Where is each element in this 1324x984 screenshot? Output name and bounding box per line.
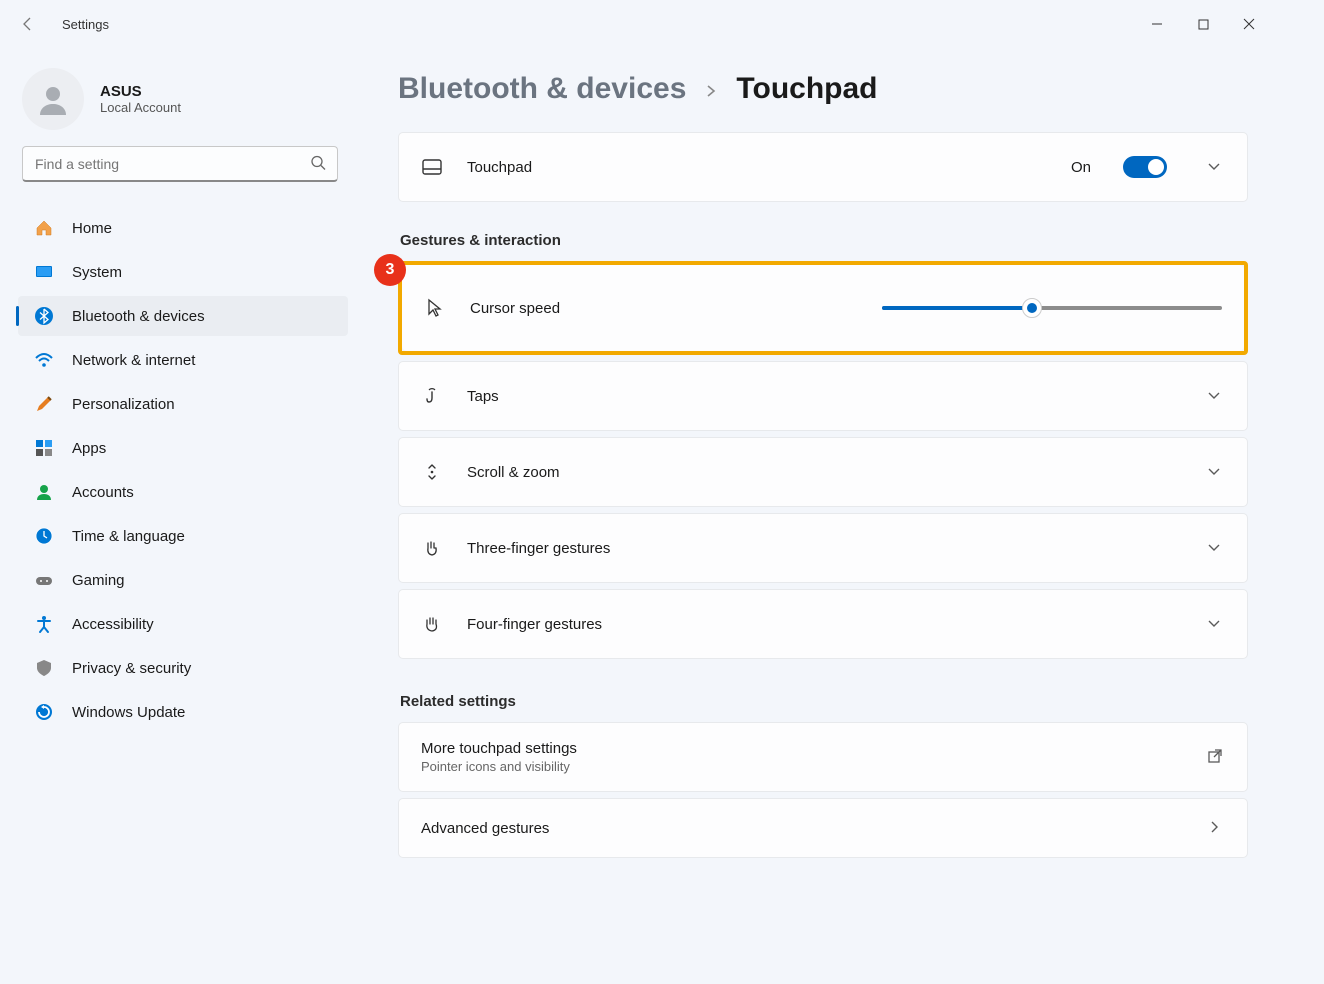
sidebar-item-label: Windows Update (72, 704, 185, 721)
more-touchpad-sub: Pointer icons and visibility (421, 759, 577, 774)
chevron-down-icon (1207, 388, 1225, 405)
accessibility-icon (34, 614, 54, 634)
more-touchpad-label: More touchpad settings (421, 740, 577, 757)
touchpad-icon (421, 156, 443, 178)
user-name: ASUS (100, 83, 181, 100)
sidebar-item-label: System (72, 264, 122, 281)
sidebar-item-network[interactable]: Network & internet (18, 340, 348, 380)
chevron-down-icon (1207, 616, 1225, 633)
clock-globe-icon (34, 526, 54, 546)
more-touchpad-row[interactable]: More touchpad settings Pointer icons and… (398, 722, 1248, 792)
toggle-state: On (1071, 159, 1091, 176)
system-icon (34, 262, 54, 282)
cursor-icon (424, 298, 446, 318)
sidebar-item-label: Personalization (72, 396, 175, 413)
sidebar-item-home[interactable]: Home (18, 208, 348, 248)
section-related: Related settings (400, 693, 1248, 710)
callout-badge: 3 (374, 254, 406, 286)
scroll-icon (421, 462, 443, 482)
user-account-type: Local Account (100, 100, 181, 115)
close-button[interactable] (1226, 8, 1272, 40)
section-gestures: Gestures & interaction (400, 232, 1248, 249)
shield-icon (34, 658, 54, 678)
sidebar-item-time[interactable]: Time & language (18, 516, 348, 556)
app-title: Settings (62, 17, 109, 32)
open-external-icon (1207, 748, 1225, 767)
three-finger-label: Three-finger gestures (467, 540, 610, 557)
window-controls (1134, 8, 1272, 40)
sidebar-item-update[interactable]: Windows Update (18, 692, 348, 732)
sidebar-item-bluetooth[interactable]: Bluetooth & devices (18, 296, 348, 336)
four-finger-label: Four-finger gestures (467, 616, 602, 633)
cursor-speed-slider[interactable] (882, 306, 1222, 310)
chevron-right-icon (1207, 820, 1225, 837)
breadcrumb-current: Touchpad (736, 72, 877, 106)
update-icon (34, 702, 54, 722)
scroll-zoom-row[interactable]: Scroll & zoom (398, 437, 1248, 507)
taps-label: Taps (467, 388, 499, 405)
breadcrumb: Bluetooth & devices Touchpad (398, 72, 1248, 106)
sidebar-item-personalization[interactable]: Personalization (18, 384, 348, 424)
sidebar-item-accessibility[interactable]: Accessibility (18, 604, 348, 644)
touchpad-label: Touchpad (467, 159, 532, 176)
four-finger-row[interactable]: Four-finger gestures (398, 589, 1248, 659)
bluetooth-icon (34, 306, 54, 326)
chevron-down-icon (1207, 464, 1225, 481)
sidebar-item-system[interactable]: System (18, 252, 348, 292)
sidebar-item-label: Network & internet (72, 352, 195, 369)
three-finger-row[interactable]: Three-finger gestures (398, 513, 1248, 583)
chevron-right-icon (704, 81, 718, 104)
maximize-button[interactable] (1180, 8, 1226, 40)
nav-list: Home System Bluetooth & devices Network … (0, 200, 360, 736)
sidebar-item-label: Time & language (72, 528, 185, 545)
sidebar-item-label: Apps (72, 440, 106, 457)
home-icon (34, 218, 54, 238)
wifi-icon (34, 350, 54, 370)
sidebar-item-label: Accessibility (72, 616, 154, 633)
touchpad-toggle-card[interactable]: Touchpad On (398, 132, 1248, 202)
back-button[interactable] (8, 4, 48, 44)
cursor-speed-label: Cursor speed (470, 300, 560, 317)
taps-row[interactable]: Taps (398, 361, 1248, 431)
main-content: Bluetooth & devices Touchpad Touchpad On (360, 48, 1280, 952)
paintbrush-icon (34, 394, 54, 414)
chevron-down-icon (1207, 540, 1225, 557)
sidebar-item-label: Home (72, 220, 112, 237)
sidebar-item-apps[interactable]: Apps (18, 428, 348, 468)
sidebar-item-label: Gaming (72, 572, 125, 589)
titlebar: Settings (0, 0, 1280, 48)
tap-icon (421, 386, 443, 406)
sidebar-item-label: Accounts (72, 484, 134, 501)
chevron-down-icon[interactable] (1207, 159, 1225, 176)
apps-icon (34, 438, 54, 458)
search-icon (310, 155, 326, 174)
sidebar-item-accounts[interactable]: Accounts (18, 472, 348, 512)
breadcrumb-parent[interactable]: Bluetooth & devices (398, 72, 686, 106)
minimize-button[interactable] (1134, 8, 1180, 40)
sidebar-item-privacy[interactable]: Privacy & security (18, 648, 348, 688)
sidebar-item-label: Privacy & security (72, 660, 191, 677)
search-input[interactable] (22, 146, 338, 182)
sidebar-item-gaming[interactable]: Gaming (18, 560, 348, 600)
person-icon (34, 482, 54, 502)
sidebar-item-label: Bluetooth & devices (72, 308, 205, 325)
cursor-speed-highlight: Cursor speed (398, 261, 1248, 355)
hand-four-icon (421, 614, 443, 634)
touchpad-toggle[interactable] (1123, 156, 1167, 178)
hand-icon (421, 538, 443, 558)
sidebar: ASUS Local Account Home System (0, 48, 360, 952)
advanced-gestures-row[interactable]: Advanced gestures (398, 798, 1248, 858)
user-block[interactable]: ASUS Local Account (0, 56, 360, 146)
avatar (22, 68, 84, 130)
gamepad-icon (34, 570, 54, 590)
scroll-zoom-label: Scroll & zoom (467, 464, 560, 481)
advanced-gestures-label: Advanced gestures (421, 820, 549, 837)
